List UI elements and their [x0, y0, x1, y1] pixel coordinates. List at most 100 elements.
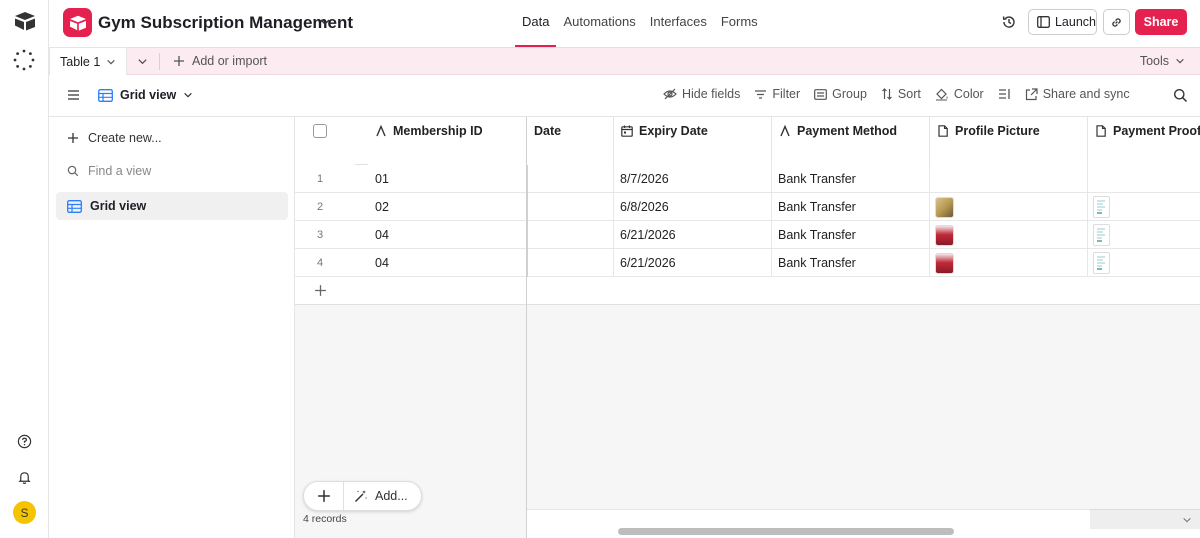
row-height-button[interactable]: [998, 88, 1011, 100]
base-title[interactable]: Gym Subscription Management: [98, 13, 353, 33]
add-label: Add...: [375, 489, 408, 503]
column-header-payment-method[interactable]: Payment Method: [772, 117, 930, 165]
divider: [159, 53, 160, 70]
cell-profile-picture[interactable]: [930, 249, 1088, 277]
tab-automations[interactable]: Automations: [556, 0, 642, 47]
search-icon: [67, 165, 79, 177]
search-icon[interactable]: [1173, 88, 1188, 103]
cell-payment-method[interactable]: Bank Transfer: [772, 249, 930, 277]
column-header-profile-picture[interactable]: Profile Picture: [930, 117, 1088, 165]
attachment-file-icon: [1096, 125, 1106, 137]
view-item-grid-view[interactable]: Grid view: [56, 192, 288, 220]
cell-expiry-date[interactable]: 6/21/2026: [614, 221, 772, 249]
cell-payment-proof[interactable]: [1088, 193, 1200, 221]
tables-menu-chevron-icon[interactable]: [137, 56, 148, 67]
user-avatar[interactable]: S: [13, 501, 36, 524]
help-icon[interactable]: [17, 434, 32, 449]
row-height-icon: [998, 89, 1010, 99]
cell-profile-picture[interactable]: [930, 193, 1088, 221]
launch-icon: [1037, 16, 1050, 28]
cell-date[interactable]: [527, 221, 614, 249]
view-name: Grid view: [120, 88, 177, 102]
plus-icon[interactable]: [317, 489, 331, 503]
tools-menu[interactable]: Tools: [1140, 54, 1185, 68]
cell-date[interactable]: [527, 165, 614, 193]
receipt-icon: [1097, 200, 1105, 214]
profile-photo-thumbnail[interactable]: [935, 224, 954, 246]
table-tab[interactable]: Table 1: [49, 47, 127, 76]
add-or-import-label: Add or import: [192, 54, 268, 68]
left-rail: S: [0, 0, 49, 538]
cell-payment-method[interactable]: Bank Transfer: [772, 221, 930, 249]
tools-label: Tools: [1139, 54, 1169, 68]
find-view-input[interactable]: Find a view: [67, 164, 151, 178]
views-sidebar: Create new... Find a view Grid view: [49, 117, 295, 538]
text-field-icon: [780, 125, 790, 137]
group-button[interactable]: Group: [814, 87, 867, 101]
add-or-import-button[interactable]: Add or import: [173, 54, 267, 68]
cell-date[interactable]: [527, 249, 614, 277]
cell-payment-method[interactable]: Bank Transfer: [772, 165, 930, 193]
external-share-icon: [1025, 87, 1038, 100]
sort-button[interactable]: Sort: [881, 87, 921, 101]
color-button[interactable]: Color: [935, 87, 984, 101]
chevron-down-icon: [1176, 58, 1184, 64]
tab-forms[interactable]: Forms: [714, 0, 765, 47]
receipt-icon: [1097, 256, 1105, 270]
view-switcher[interactable]: Grid view: [98, 88, 193, 102]
profile-photo-thumbnail[interactable]: [935, 252, 954, 274]
top-header: Gym Subscription Management Data Automat…: [49, 0, 1200, 47]
group-label: Group: [832, 87, 867, 101]
cell-expiry-date[interactable]: 8/7/2026: [614, 165, 772, 193]
chevron-down-icon: [107, 59, 116, 65]
chevron-down-icon[interactable]: [319, 16, 331, 28]
share-and-sync-button[interactable]: Share and sync: [1025, 87, 1130, 101]
copy-link-button[interactable]: [1103, 9, 1130, 35]
view-toolbar: Grid view Hide fields Filter Group Sort …: [49, 75, 1200, 117]
hamburger-menu-icon[interactable]: [67, 89, 80, 101]
payment-proof-thumbnail[interactable]: [1093, 252, 1110, 274]
add-record-pill: Add...: [303, 481, 422, 511]
group-icon: [814, 88, 828, 100]
history-icon[interactable]: [1001, 14, 1017, 30]
column-header-date[interactable]: Date: [527, 117, 614, 165]
plus-icon: [174, 56, 184, 66]
records-count: 4 records: [303, 513, 347, 525]
cell-payment-proof[interactable]: [1088, 249, 1200, 277]
hide-fields-button[interactable]: Hide fields: [663, 87, 740, 101]
cell-payment-method[interactable]: Bank Transfer: [772, 193, 930, 221]
horizontal-scrollbar[interactable]: [618, 528, 954, 535]
eye-hidden-icon: [663, 88, 677, 100]
filter-button[interactable]: Filter: [754, 87, 800, 101]
find-view-placeholder: Find a view: [88, 164, 152, 178]
table-tabs-bar: Table 1 Add or import Tools: [49, 47, 1200, 76]
base-icon: [63, 8, 92, 37]
launch-button[interactable]: Launch: [1028, 9, 1097, 35]
frozen-column-divider: [295, 117, 527, 538]
tab-interfaces[interactable]: Interfaces: [643, 0, 714, 47]
create-view-button[interactable]: Create new...: [67, 131, 162, 145]
data-grid: Membership ID Date Expiry Date Payment M…: [295, 117, 1200, 538]
cell-profile-picture[interactable]: [930, 165, 1088, 193]
tab-data[interactable]: Data: [515, 0, 557, 47]
summary-dropdown[interactable]: [1090, 509, 1200, 529]
cell-payment-proof[interactable]: [1088, 221, 1200, 249]
cell-date[interactable]: [527, 193, 614, 221]
cell-expiry-date[interactable]: 6/8/2026: [614, 193, 772, 221]
create-new-label: Create new...: [88, 131, 162, 145]
airtable-logo-icon[interactable]: [14, 11, 36, 31]
profile-photo-thumbnail[interactable]: [935, 196, 954, 218]
column-header-expiry-date[interactable]: Expiry Date: [614, 117, 772, 165]
base-logo-icon: [69, 15, 86, 31]
column-header-payment-proof[interactable]: Payment Proof: [1088, 117, 1200, 165]
omni-icon[interactable]: [13, 49, 35, 71]
cell-expiry-date[interactable]: 6/21/2026: [614, 249, 772, 277]
add-with-ai-button[interactable]: Add...: [354, 489, 408, 503]
link-icon: [1112, 17, 1121, 27]
cell-profile-picture[interactable]: [930, 221, 1088, 249]
payment-proof-thumbnail[interactable]: [1093, 224, 1110, 246]
share-button[interactable]: Share: [1135, 9, 1187, 35]
payment-proof-thumbnail[interactable]: [1093, 196, 1110, 218]
cell-payment-proof[interactable]: [1088, 165, 1200, 193]
notifications-bell-icon[interactable]: [17, 470, 32, 485]
